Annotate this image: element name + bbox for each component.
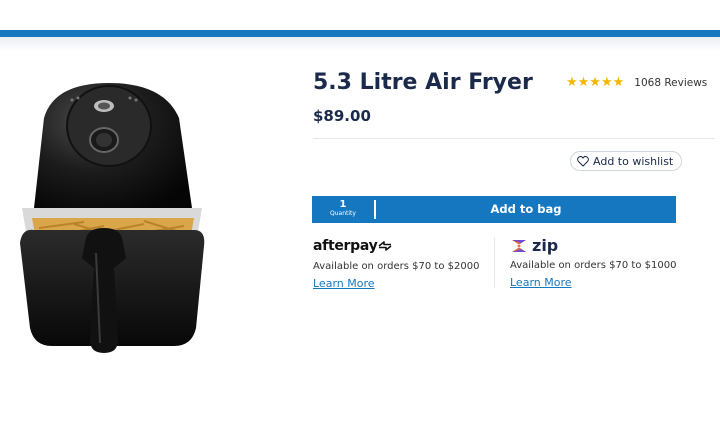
purchase-bar: 1 Quantity Add to bag [312,196,676,223]
afterpay-logo: afterpay [313,238,479,254]
rating-summary[interactable]: ★★★★★ 1068 Reviews [566,75,707,90]
product-title: 5.3 Litre Air Fryer [313,70,533,95]
zip-learn-more-link[interactable]: Learn More [510,276,572,289]
air-fryer-product-image [20,83,205,353]
zip-brand: zip [532,236,559,255]
review-count[interactable]: 1068 Reviews [634,77,707,89]
zip-availability: Available on orders $70 to $1000 [510,260,677,271]
afterpay-learn-more-link[interactable]: Learn More [313,277,375,290]
quantity-label: Quantity [330,210,356,217]
afterpay-arrows-icon [378,241,392,251]
add-to-bag-button[interactable]: Add to bag [376,196,676,223]
zip-logo: zip [510,236,676,255]
divider [313,138,715,139]
header-accent-bar [0,30,720,37]
wishlist-label: Add to wishlist [593,154,674,168]
afterpay-brand: afterpay [313,238,378,254]
add-to-wishlist-button[interactable]: Add to wishlist [570,151,683,171]
header-shadow [0,37,720,51]
heart-icon [577,155,589,167]
rating-stars: ★★★★★ [566,75,625,90]
payment-divider [494,238,495,288]
quantity-value: 1 [339,199,347,210]
product-price: $89.00 [313,107,371,125]
zip-option: zip Available on orders $70 to $1000 Lea… [510,236,676,290]
zip-mark-icon [512,239,526,252]
afterpay-availability: Available on orders $70 to $2000 [313,261,480,272]
afterpay-option: afterpay Available on orders $70 to $200… [313,238,479,291]
quantity-selector[interactable]: 1 Quantity [312,196,374,223]
